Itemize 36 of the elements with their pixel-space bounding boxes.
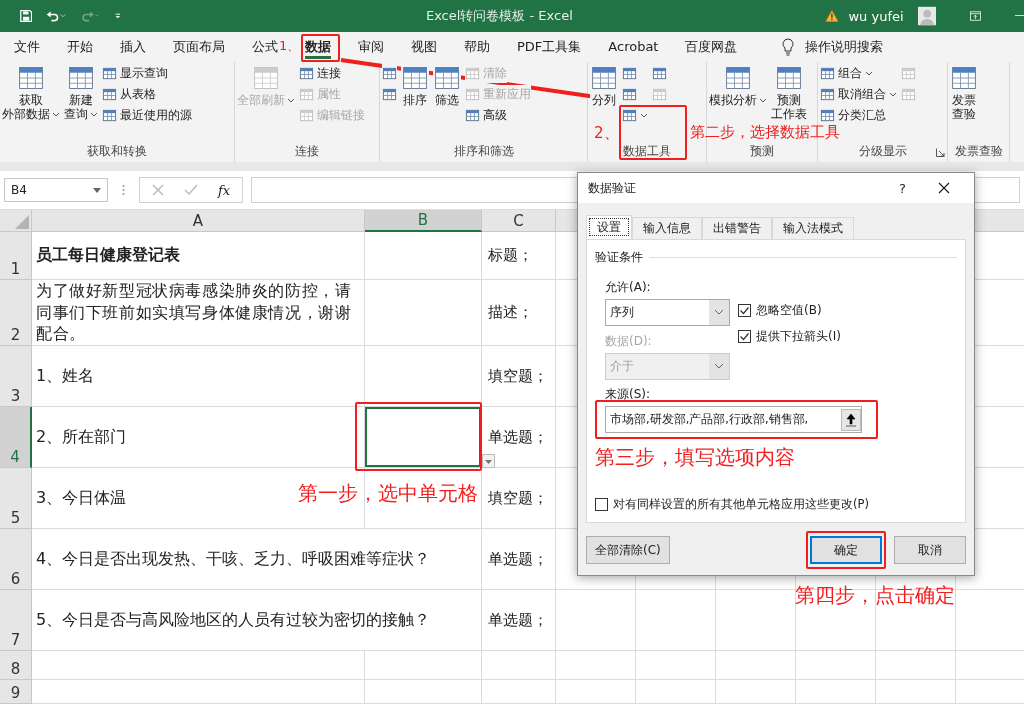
table-cell: 5、今日是否与高风险地区的人员有过较为密切的接触？ xyxy=(32,590,482,651)
group-label: 获取和转换 xyxy=(87,144,147,158)
dialog-title: 数据验证 xyxy=(588,179,636,197)
field-label: 来源(S): xyxy=(604,387,651,401)
table-cell: 描述； xyxy=(482,280,556,346)
group-label: 发票查验 xyxy=(954,144,1003,158)
group-label: 分级显示 xyxy=(858,144,907,158)
group-label: 排序和筛选 xyxy=(453,144,514,158)
annotation-text: 1、 xyxy=(279,39,301,54)
field-label: 数据(D): xyxy=(605,334,653,348)
group-label: 数据工具 xyxy=(623,144,671,158)
window-title: Excel转问卷模板 - Excel xyxy=(425,7,574,25)
annotation-text: 第二步，选择数据工具 xyxy=(690,124,840,141)
annotation-text: 2、 xyxy=(594,125,619,142)
group-label: 连接 xyxy=(295,144,319,158)
table-cell: 4、今日是否出现发热、干咳、乏力、呼吸困难等症状？ xyxy=(32,529,482,590)
group-label: 预测 xyxy=(750,144,774,158)
table-cell: 填空题； xyxy=(482,468,556,529)
table-cell: 1、姓名 xyxy=(32,346,365,407)
checkbox-label: 提供下拉箭头(I) xyxy=(756,328,841,345)
annotation-text: 第一步，选中单元格 xyxy=(298,482,478,504)
table-cell: 填空题； xyxy=(482,346,556,407)
user-name: wu yufei xyxy=(848,8,904,24)
annotation-text: 第四步，点击确定 xyxy=(795,584,955,606)
table-cell: 为了做好新型冠状病毒感染肺炎的防控，请同事们下班前如实填写身体健康情况，谢谢配合。 xyxy=(32,280,365,346)
table-cell: 员工每日健康登记表 xyxy=(32,232,365,280)
annotation-text: 第三步，填写选项内容 xyxy=(595,446,795,468)
table-cell: 单选题； xyxy=(482,407,556,468)
table-cell: 单选题； xyxy=(482,529,556,590)
table-cell: 单选题； xyxy=(482,590,556,651)
field-label: 允许(A): xyxy=(605,280,652,294)
checkbox-label: 忽略空值(B) xyxy=(756,302,822,319)
table-cell: 2、所在部门 xyxy=(32,407,365,468)
section-title: 验证条件 xyxy=(595,248,643,266)
checkbox-label: 对有同样设置的所有其他单元格应用这些更改(P) xyxy=(613,497,869,512)
table-cell: 标题； xyxy=(482,232,556,280)
